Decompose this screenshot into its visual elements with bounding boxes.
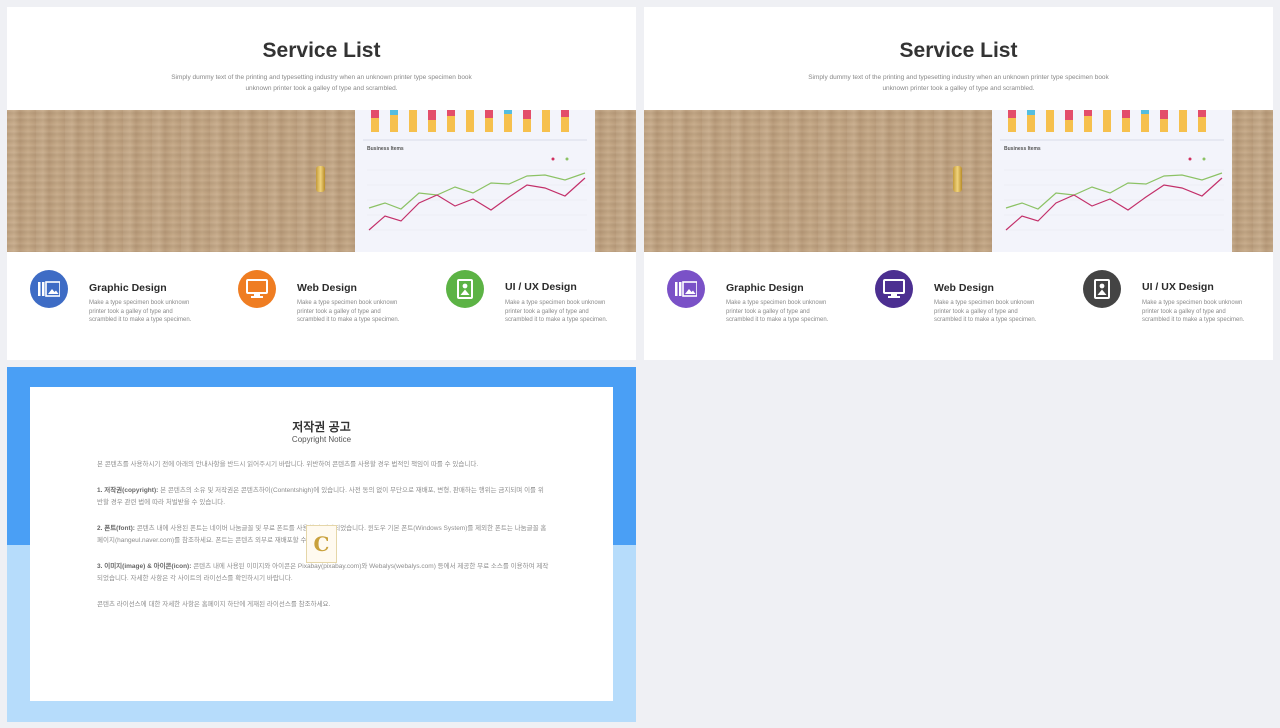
notice-subtitle: Copyright Notice — [291, 435, 352, 444]
bar-row — [1008, 110, 1206, 132]
service-name: Web Design — [934, 282, 994, 294]
notice-title: 저작권 공고 — [292, 420, 351, 434]
section-heading: 2. 폰트(font): — [97, 524, 135, 532]
service-name: Web Design — [297, 282, 357, 294]
service-name: UI / UX Design — [1142, 281, 1214, 293]
door-handle — [953, 166, 962, 192]
notice-intro: 본 콘텐츠를 사용하시기 전에 아래의 안내사항을 반드시 읽어주시기 바랍니다… — [97, 461, 479, 468]
chart-paper: Business Items — [355, 110, 595, 252]
service-description: Make a type specimen book unknown printe… — [89, 300, 192, 324]
chart-paper: Business Items — [992, 110, 1232, 252]
image-icon — [446, 270, 484, 308]
service-name: Graphic Design — [726, 282, 804, 294]
service-web-design[interactable]: Web Design Make a type specimen book unk… — [875, 270, 1075, 330]
section-heading: 1. 저작권(copyright): — [97, 486, 159, 494]
door-handle — [316, 166, 325, 192]
copyright-notice-slide[interactable]: 저작권 공고 Copyright Notice 본 콘텐츠를 사용하시기 전에 … — [7, 367, 636, 722]
service-name: Graphic Design — [89, 282, 167, 294]
service-web-design[interactable]: Web Design Make a type specimen book unk… — [238, 270, 438, 330]
service-graphic-design[interactable]: Graphic Design Make a type specimen book… — [30, 270, 230, 330]
image-icon — [1083, 270, 1121, 308]
service-ui-ux-design[interactable]: UI / UX Design Make a type specimen book… — [446, 270, 636, 330]
service-description: Make a type specimen book unknown printe… — [297, 300, 400, 324]
service-graphic-design[interactable]: Graphic Design Make a type specimen book… — [667, 270, 867, 330]
notice-section-image-icon: 3. 이미지(image) & 아이콘(icon): 콘텐츠 내에 사용된 이미… — [97, 561, 549, 586]
bar-row — [371, 110, 569, 132]
chart-card-title: Business Items — [367, 146, 404, 152]
slide-subtitle: Simply dummy text of the printing and ty… — [808, 74, 1109, 92]
services-row: Graphic Design Make a type specimen book… — [644, 262, 1273, 332]
service-description: Make a type specimen book unknown printe… — [505, 300, 608, 324]
notice-outro: 콘텐츠 라이선스에 대한 자세한 사항은 홈페이지 하단에 게재된 라이선스를 … — [97, 600, 331, 608]
service-list-slide-2[interactable]: Service List Simply dummy text of the pr… — [644, 7, 1273, 360]
service-ui-ux-design[interactable]: UI / UX Design Make a type specimen book… — [1083, 270, 1273, 330]
chart-card-title: Business Items — [1004, 146, 1041, 152]
service-name: UI / UX Design — [505, 281, 577, 293]
banner-image: Business Items — [7, 110, 636, 252]
notice-card: 저작권 공고 Copyright Notice 본 콘텐츠를 사용하시기 전에 … — [30, 387, 613, 701]
gallery-icon — [667, 270, 705, 308]
slide-title: Service List — [262, 39, 381, 62]
gallery-icon — [30, 270, 68, 308]
section-text: 본 콘텐츠의 소유 및 저작권은 콘텐츠하이(Contentshigh)에 있습… — [97, 486, 544, 507]
service-list-slide-1[interactable]: Service List Simply dummy text of the pr… — [7, 7, 636, 360]
service-description: Make a type specimen book unknown printe… — [934, 300, 1037, 324]
notice-section-copyright: 1. 저작권(copyright): 본 콘텐츠의 소유 및 저작권은 콘텐츠하… — [97, 485, 549, 510]
section-heading: 3. 이미지(image) & 아이콘(icon): — [97, 562, 192, 570]
chart-illustration: Business Items — [1000, 110, 1224, 231]
services-row: Graphic Design Make a type specimen book… — [7, 262, 636, 332]
contents-logo: C — [306, 525, 337, 563]
logo-letter: C — [313, 532, 330, 556]
slide-title: Service List — [899, 39, 1018, 62]
monitor-icon — [875, 270, 913, 308]
service-description: Make a type specimen book unknown printe… — [726, 300, 829, 324]
monitor-icon — [238, 270, 276, 308]
service-description: Make a type specimen book unknown printe… — [1142, 300, 1245, 324]
banner-image: Business Items — [644, 110, 1273, 252]
slide-subtitle: Simply dummy text of the printing and ty… — [171, 74, 472, 92]
chart-illustration: Business Items — [363, 110, 587, 231]
